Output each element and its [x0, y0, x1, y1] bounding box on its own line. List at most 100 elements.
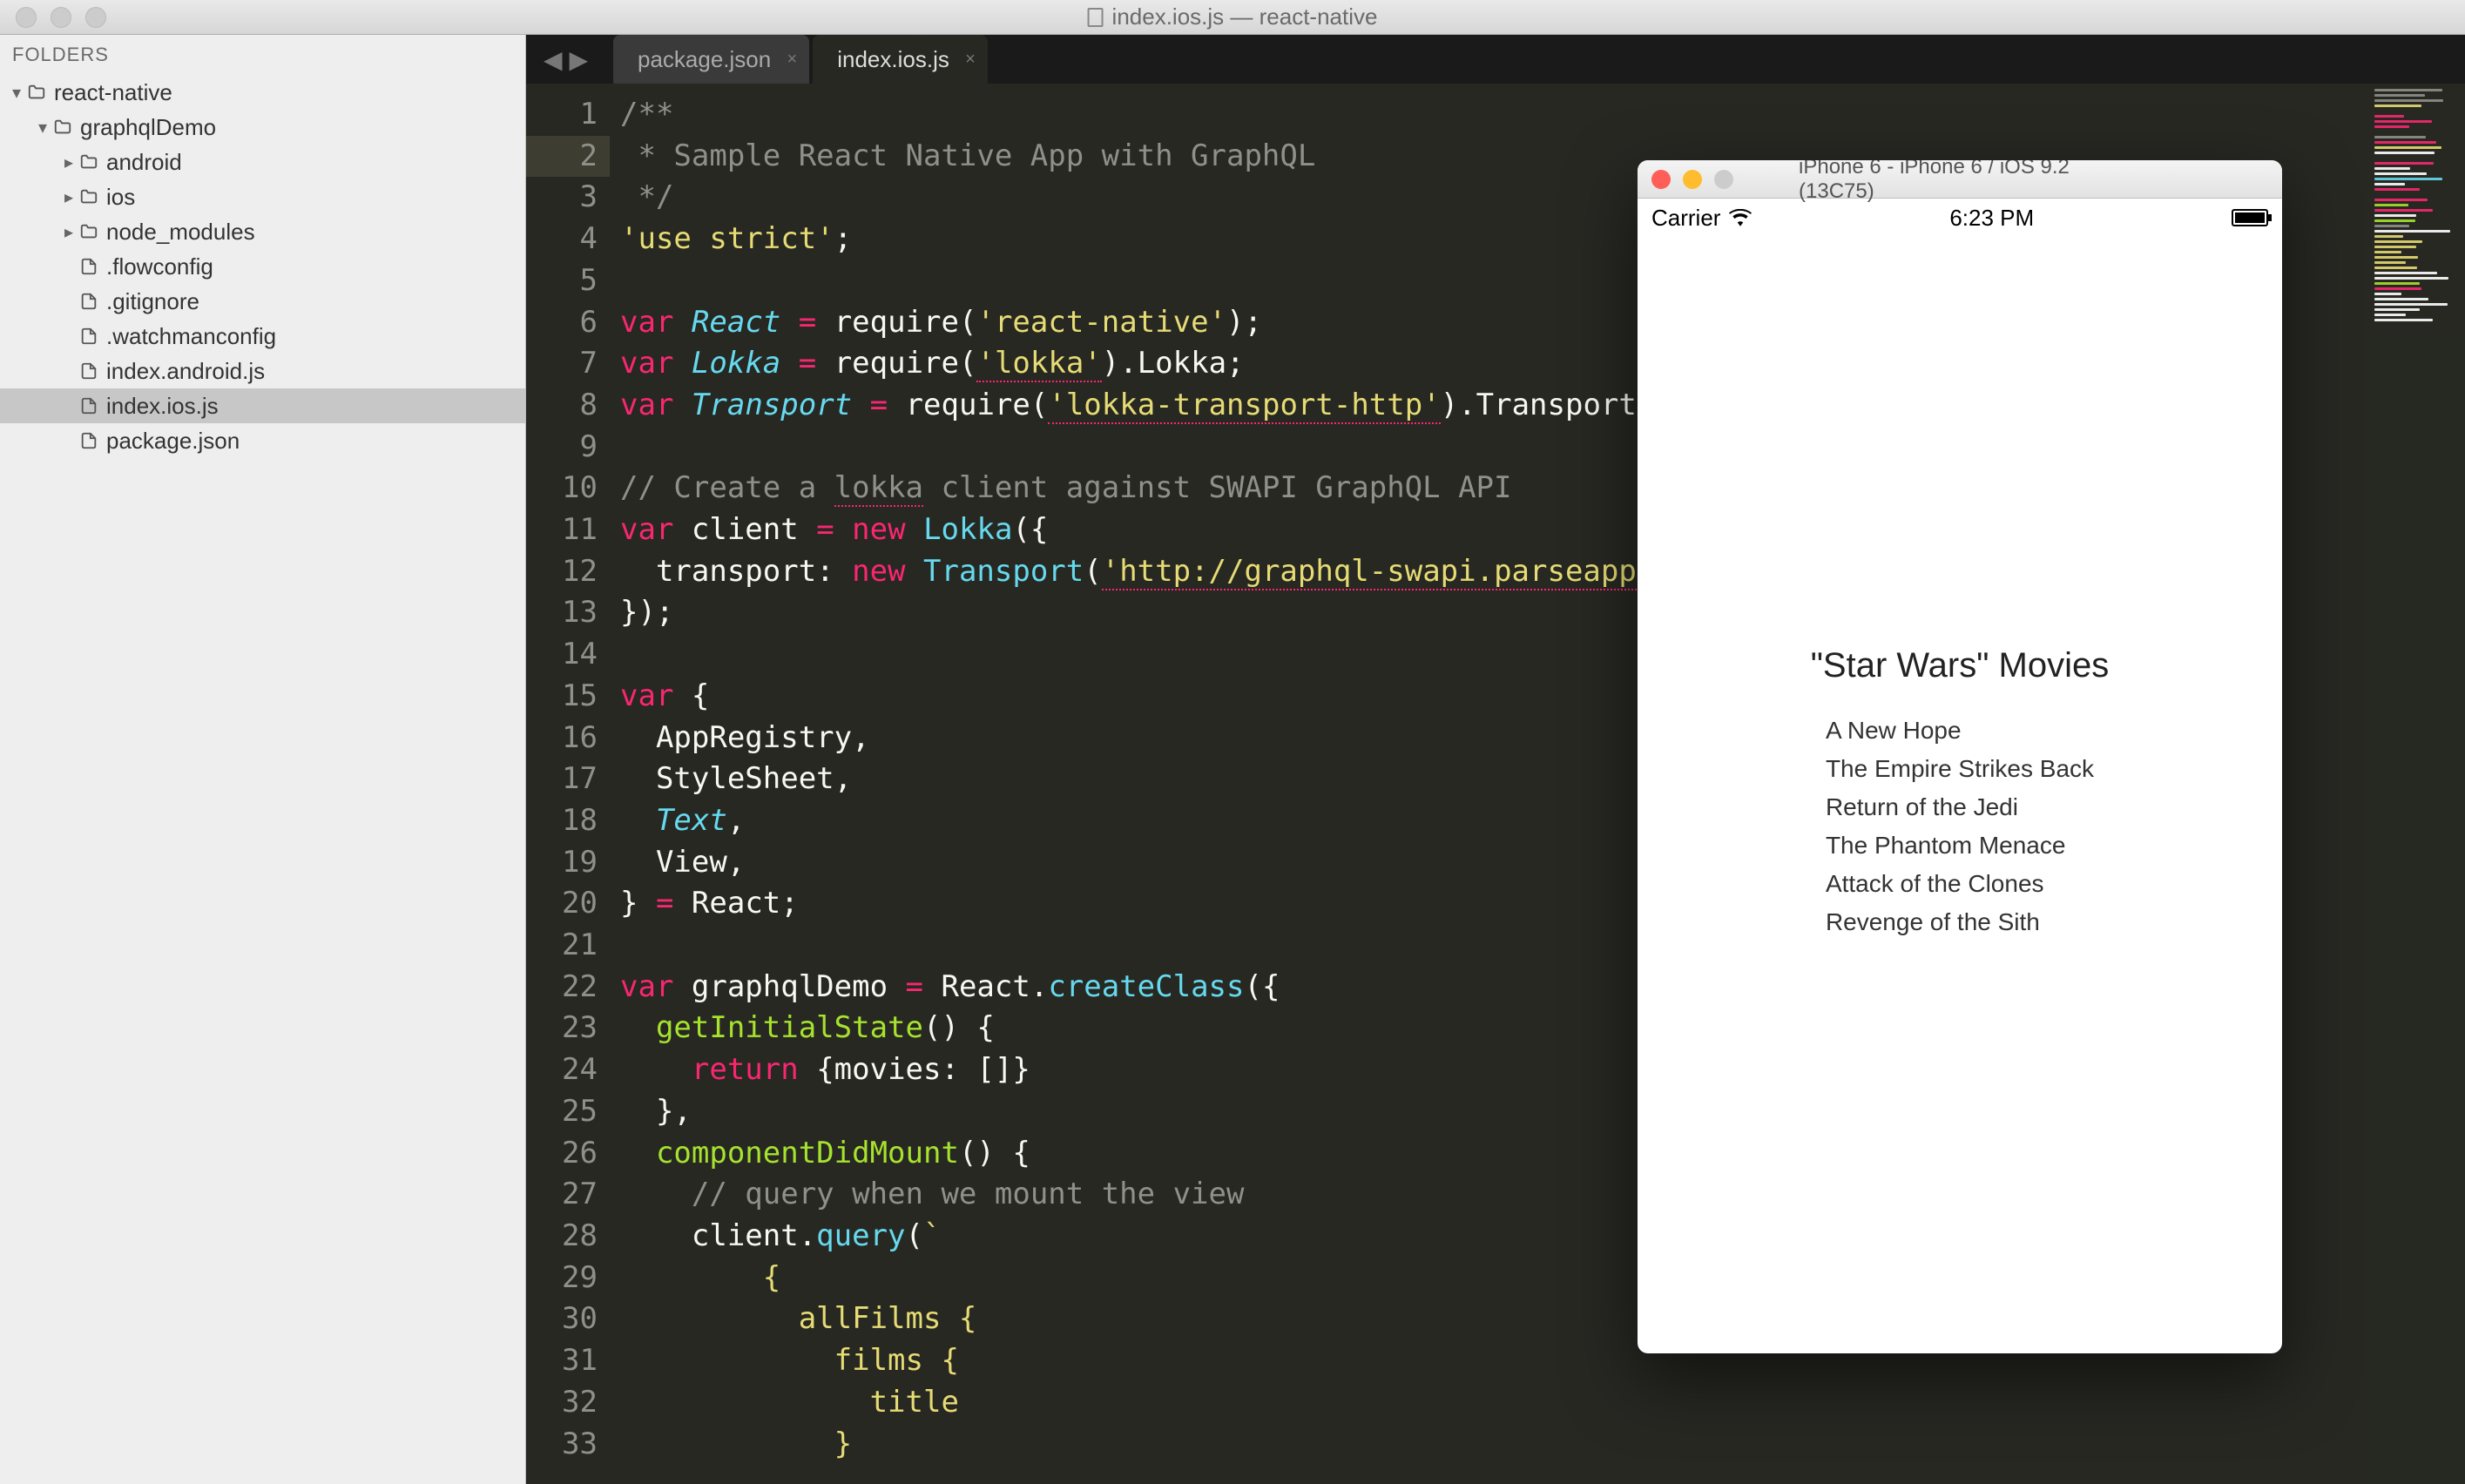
line-number: 27: [526, 1174, 598, 1216]
folder-row[interactable]: ▾ react-native: [0, 75, 525, 110]
file-row[interactable]: .flowconfig: [0, 249, 525, 284]
disclosure-triangle-icon[interactable]: ▸: [61, 186, 77, 208]
file-icon: [77, 257, 101, 276]
disclosure-triangle-icon[interactable]: ▸: [61, 152, 77, 173]
titlebar: index.ios.js — react-native: [0, 0, 2465, 35]
disclosure-triangle-icon[interactable]: ▾: [35, 117, 51, 138]
minimap-line: [2374, 225, 2409, 227]
code-line: title: [620, 1382, 2465, 1424]
editor-tab[interactable]: index.ios.js×: [813, 35, 988, 84]
line-number: 11: [526, 509, 598, 551]
file-tree: ▾react-native▾graphqlDemo▸android▸ios▸no…: [0, 75, 525, 458]
folder-icon: [77, 222, 101, 241]
file-icon: [77, 292, 101, 311]
minimap-line: [2374, 214, 2416, 217]
minimap-line: [2374, 131, 2460, 133]
close-icon[interactable]: [1651, 170, 1671, 189]
minimap-line: [2374, 89, 2442, 91]
line-number: 12: [526, 551, 598, 593]
minimap-line: [2374, 136, 2426, 138]
folder-row[interactable]: ▸android: [0, 145, 525, 179]
line-number: 1: [526, 94, 598, 136]
minimap-line: [2374, 188, 2420, 191]
minimap-line: [2374, 308, 2420, 311]
minimize-icon[interactable]: [1683, 170, 1702, 189]
line-number: 6: [526, 302, 598, 344]
minimap-line: [2374, 282, 2420, 285]
tree-item-label: graphqlDemo: [75, 114, 216, 141]
tree-item-label: index.android.js: [101, 358, 265, 385]
tree-item-label: .watchmanconfig: [101, 323, 276, 350]
folder-row[interactable]: ▸ios: [0, 179, 525, 214]
line-number: 2: [526, 136, 610, 178]
folder-icon: [24, 83, 49, 102]
nav-back-icon[interactable]: ◀: [544, 45, 563, 74]
minimap-line: [2374, 256, 2418, 259]
zoom-window-icon[interactable]: [85, 7, 106, 28]
document-icon: [1088, 8, 1104, 27]
minimap-line: [2374, 94, 2425, 97]
file-row[interactable]: .watchmanconfig: [0, 319, 525, 354]
file-row[interactable]: index.android.js: [0, 354, 525, 388]
tree-item-label: package.json: [101, 428, 240, 455]
line-number: 23: [526, 1008, 598, 1049]
line-number: 8: [526, 385, 598, 427]
simulator-screen: "Star Wars" Movies A New HopeThe Empire …: [1638, 237, 2282, 1353]
disclosure-triangle-icon[interactable]: ▾: [9, 82, 24, 104]
disclosure-triangle-icon[interactable]: ▸: [61, 221, 77, 243]
line-number: 25: [526, 1091, 598, 1133]
minimap-line: [2374, 319, 2433, 321]
editor-tab[interactable]: package.json ×: [613, 35, 809, 84]
minimap-line: [2374, 146, 2441, 149]
tab-bar: ◀ ▶ package.json×index.ios.js×: [526, 35, 2465, 84]
movie-list-item: A New Hope: [1826, 712, 2094, 750]
minimap-line: [2374, 303, 2448, 306]
minimap-line: [2374, 272, 2437, 274]
close-tab-icon[interactable]: ×: [965, 50, 976, 70]
file-icon: [77, 431, 101, 450]
minimize-window-icon[interactable]: [51, 7, 71, 28]
file-row[interactable]: package.json: [0, 423, 525, 458]
window-title-text: index.ios.js — react-native: [1112, 3, 1378, 30]
folder-row[interactable]: ▾ graphqlDemo: [0, 110, 525, 145]
nav-forward-icon[interactable]: ▶: [570, 45, 589, 74]
minimap-line: [2374, 235, 2403, 238]
minimap-line: [2374, 178, 2442, 180]
line-number: 22: [526, 967, 598, 1008]
minimap-line: [2374, 115, 2404, 118]
line-number: 28: [526, 1216, 598, 1258]
file-row[interactable]: .gitignore: [0, 284, 525, 319]
minimap-line: [2374, 293, 2401, 295]
zoom-icon[interactable]: [1714, 170, 1733, 189]
line-number: 21: [526, 925, 598, 967]
minimap-line: [2374, 105, 2421, 107]
minimap-line: [2374, 277, 2448, 280]
tree-item-label: node_modules: [101, 219, 255, 246]
minimap-line: [2374, 125, 2409, 128]
line-number: 30: [526, 1298, 598, 1340]
line-number: 24: [526, 1049, 598, 1091]
folder-icon: [77, 152, 101, 172]
line-number: 10: [526, 468, 598, 509]
tree-item-label: react-native: [49, 79, 172, 106]
folder-row[interactable]: ▸ node_modules: [0, 214, 525, 249]
sidebar: FOLDERS ▾react-native▾graphqlDemo▸androi…: [0, 35, 526, 1484]
tab-history-nav: ◀ ▶: [544, 45, 588, 74]
close-window-icon[interactable]: [16, 7, 37, 28]
movie-list-item: Attack of the Clones: [1826, 865, 2094, 903]
wifi-icon: [1729, 209, 1752, 226]
line-number: 16: [526, 718, 598, 759]
file-row[interactable]: index.ios.js: [0, 388, 525, 423]
line-number: 31: [526, 1340, 598, 1382]
minimap-line: [2374, 157, 2460, 159]
minimap-line: [2374, 183, 2405, 186]
close-tab-icon[interactable]: ×: [787, 50, 798, 70]
tab-label: package.json: [638, 46, 771, 73]
tree-item-label: .flowconfig: [101, 253, 213, 280]
minimap[interactable]: [2369, 84, 2465, 1484]
minimap-line: [2374, 167, 2410, 170]
ios-status-bar: Carrier 6:23 PM: [1638, 199, 2282, 237]
folder-icon: [51, 118, 75, 137]
minimap-line: [2374, 204, 2408, 206]
file-icon: [77, 361, 101, 381]
